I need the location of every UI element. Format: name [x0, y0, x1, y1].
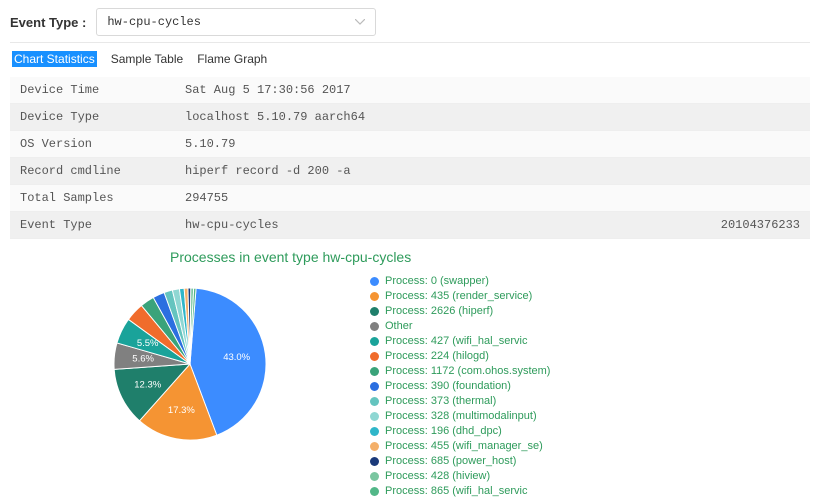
table-row: Device TimeSat Aug 5 17:30:56 2017 [10, 77, 810, 104]
legend-label: Process: 455 (wifi_manager_se) [385, 440, 543, 452]
info-number: 20104376233 [700, 212, 810, 239]
table-row: Record cmdlinehiperf record -d 200 -a [10, 158, 810, 185]
legend-swatch [370, 307, 379, 316]
info-value: Sat Aug 5 17:30:56 2017 [175, 77, 700, 104]
legend-swatch [370, 367, 379, 376]
legend-item[interactable]: Process: 865 (wifi_hal_servic [370, 485, 810, 497]
pie-chart: 43.0%17.3%12.3%5.6%5.5% [10, 269, 370, 500]
legend-swatch [370, 277, 379, 286]
legend-label: Process: 435 (render_service) [385, 290, 532, 302]
legend-label: Process: 328 (multimodalinput) [385, 410, 537, 422]
legend-swatch [370, 322, 379, 331]
table-row: Event Typehw-cpu-cycles20104376233 [10, 212, 810, 239]
info-label: OS Version [10, 131, 175, 158]
legend-item[interactable]: Process: 2626 (hiperf) [370, 305, 810, 317]
tab-chart-statistics[interactable]: Chart Statistics [12, 51, 97, 67]
legend-label: Process: 427 (wifi_hal_servic [385, 335, 527, 347]
slice-label: 17.3% [168, 405, 195, 416]
table-row: OS Version5.10.79 [10, 131, 810, 158]
info-number [700, 131, 810, 158]
legend-swatch [370, 427, 379, 436]
legend-swatch [370, 457, 379, 466]
legend-label: Process: 224 (hilogd) [385, 350, 489, 362]
chart-title: Processes in event type hw-cpu-cycles [170, 249, 810, 265]
legend-label: Other [385, 320, 413, 332]
info-value: 294755 [175, 185, 700, 212]
tab-flame-graph[interactable]: Flame Graph [197, 52, 267, 66]
legend-item[interactable]: Process: 435 (render_service) [370, 290, 810, 302]
info-label: Device Type [10, 104, 175, 131]
legend-item[interactable]: Process: 328 (multimodalinput) [370, 410, 810, 422]
event-type-select[interactable]: hw-cpu-cycles [96, 8, 376, 36]
tab-sample-table[interactable]: Sample Table [111, 52, 184, 66]
legend-item[interactable]: Process: 427 (wifi_hal_servic [370, 335, 810, 347]
legend-label: Process: 373 (thermal) [385, 395, 496, 407]
legend-item[interactable]: Process: 455 (wifi_manager_se) [370, 440, 810, 452]
legend-label: Process: 428 (hiview) [385, 470, 490, 482]
legend-swatch [370, 412, 379, 421]
info-value: 5.10.79 [175, 131, 700, 158]
legend-label: Process: 390 (foundation) [385, 380, 511, 392]
legend-item[interactable]: Process: 428 (hiview) [370, 470, 810, 482]
info-label: Total Samples [10, 185, 175, 212]
legend-swatch [370, 292, 379, 301]
legend-swatch [370, 397, 379, 406]
slice-label: 43.0% [223, 352, 250, 363]
info-number [700, 77, 810, 104]
info-number [700, 185, 810, 212]
legend-label: Process: 196 (dhd_dpc) [385, 425, 502, 437]
legend-item[interactable]: Process: 1172 (com.ohos.system) [370, 365, 810, 377]
legend-swatch [370, 442, 379, 451]
info-number [700, 104, 810, 131]
chart-legend: Process: 0 (swapper) Process: 435 (render… [370, 269, 810, 500]
legend-item[interactable]: Process: 373 (thermal) [370, 395, 810, 407]
table-row: Device Typelocalhost 5.10.79 aarch64 [10, 104, 810, 131]
tab-bar: Chart Statistics Sample Table Flame Graph [12, 51, 810, 67]
legend-swatch [370, 352, 379, 361]
event-type-selected-value: hw-cpu-cycles [107, 15, 201, 29]
info-label: Event Type [10, 212, 175, 239]
legend-label: Process: 0 (swapper) [385, 275, 489, 287]
legend-item[interactable]: Other [370, 320, 810, 332]
info-value: localhost 5.10.79 aarch64 [175, 104, 700, 131]
legend-label: Process: 865 (wifi_hal_servic [385, 485, 527, 497]
legend-swatch [370, 472, 379, 481]
divider [10, 42, 810, 43]
info-label: Device Time [10, 77, 175, 104]
legend-swatch [370, 382, 379, 391]
slice-label: 12.3% [134, 379, 161, 390]
info-value: hiperf record -d 200 -a [175, 158, 700, 185]
legend-label: Process: 2626 (hiperf) [385, 305, 493, 317]
info-label: Record cmdline [10, 158, 175, 185]
chevron-down-icon [355, 19, 365, 25]
slice-label: 5.6% [132, 354, 154, 365]
legend-item[interactable]: Process: 196 (dhd_dpc) [370, 425, 810, 437]
legend-item[interactable]: Process: 0 (swapper) [370, 275, 810, 287]
legend-item[interactable]: Process: 390 (foundation) [370, 380, 810, 392]
info-table: Device TimeSat Aug 5 17:30:56 2017Device… [10, 77, 810, 239]
legend-item[interactable]: Process: 224 (hilogd) [370, 350, 810, 362]
legend-label: Process: 1172 (com.ohos.system) [385, 365, 550, 377]
legend-swatch [370, 337, 379, 346]
info-value: hw-cpu-cycles [175, 212, 700, 239]
info-number [700, 158, 810, 185]
table-row: Total Samples294755 [10, 185, 810, 212]
event-type-label: Event Type : [10, 15, 86, 30]
legend-label: Process: 685 (power_host) [385, 455, 516, 467]
legend-swatch [370, 487, 379, 496]
legend-item[interactable]: Process: 685 (power_host) [370, 455, 810, 467]
